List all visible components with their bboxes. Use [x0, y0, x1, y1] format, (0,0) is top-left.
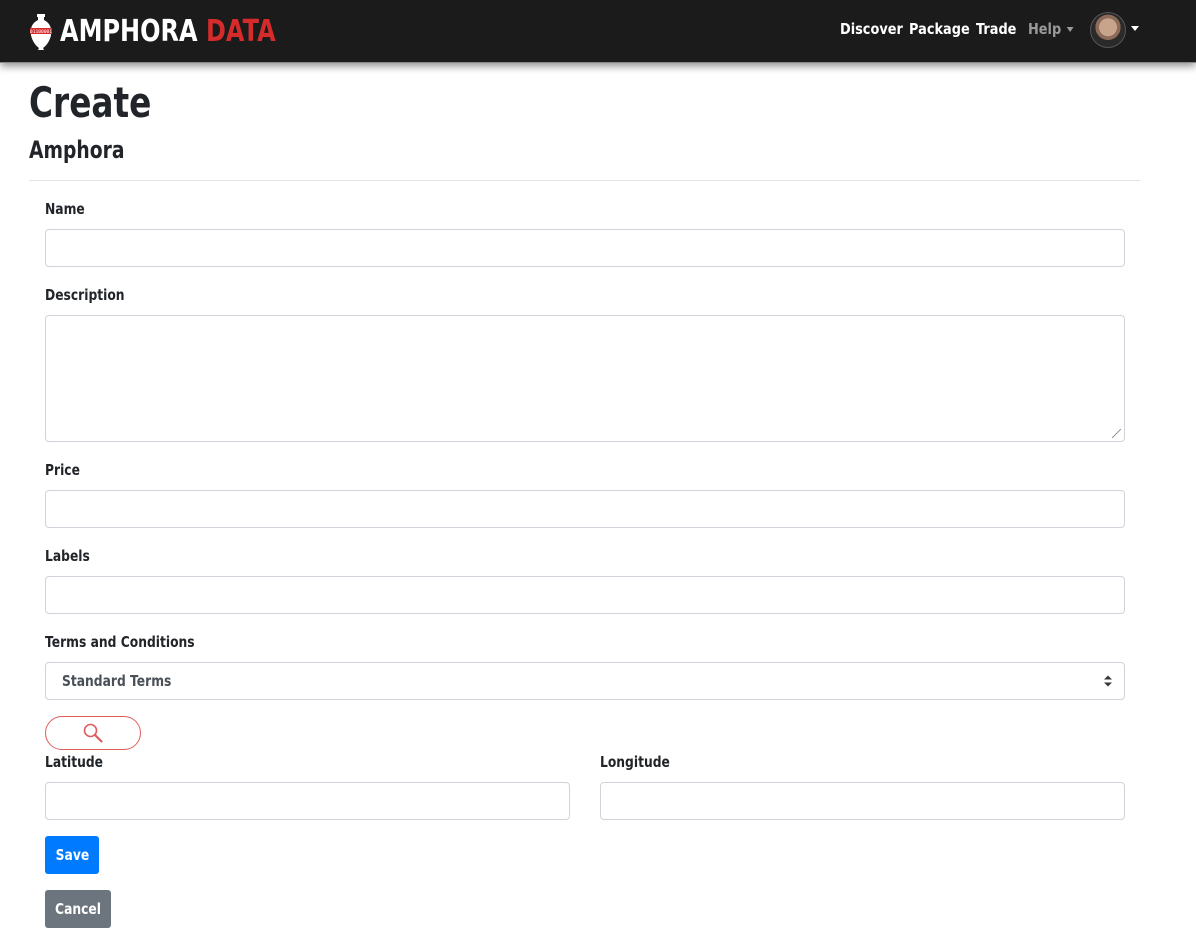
latitude-label: Latitude — [45, 753, 104, 771]
top-navbar: 01100001 AMPHORA DATA Discover Package T… — [0, 0, 1196, 63]
price-input[interactable] — [45, 490, 1125, 528]
cancel-button-label: Cancel — [55, 900, 101, 918]
save-button[interactable]: Save — [45, 836, 99, 874]
name-label: Name — [45, 200, 85, 218]
chevron-down-icon[interactable] — [1131, 26, 1139, 31]
name-input[interactable] — [45, 229, 1125, 267]
description-label: Description — [45, 286, 125, 304]
divider — [29, 180, 1140, 181]
brand-name-part2: DATA — [205, 14, 276, 49]
brand-logo[interactable]: 01100001 AMPHORA DATA — [28, 12, 330, 52]
terms-selected-value: Standard Terms — [62, 672, 172, 690]
labels-label: Labels — [45, 547, 90, 565]
terms-select[interactable]: Standard Terms — [45, 662, 1125, 700]
brand-name: AMPHORA DATA — [60, 12, 276, 52]
terms-label: Terms and Conditions — [45, 633, 195, 651]
location-search-button[interactable] — [45, 716, 141, 750]
cancel-button[interactable]: Cancel — [45, 890, 111, 928]
nav-help-dropdown[interactable]: Help — [1028, 20, 1074, 38]
price-label: Price — [45, 461, 80, 479]
nav-package[interactable]: Package — [909, 20, 970, 38]
page-subtitle: Amphora — [29, 136, 125, 164]
nav-discover[interactable]: Discover — [840, 20, 903, 38]
nav-help-label: Help — [1028, 20, 1062, 38]
latitude-input[interactable] — [45, 782, 570, 820]
search-icon — [83, 723, 103, 743]
user-avatar[interactable] — [1090, 12, 1126, 48]
labels-input[interactable] — [45, 576, 1125, 614]
resize-grip-icon[interactable] — [1112, 429, 1121, 438]
chevron-down-icon — [1066, 27, 1074, 32]
longitude-label: Longitude — [600, 753, 670, 771]
select-arrows-icon — [1104, 675, 1112, 687]
save-button-label: Save — [55, 846, 89, 864]
amphora-logo-icon: 01100001 — [30, 14, 52, 50]
longitude-input[interactable] — [600, 782, 1125, 820]
logo-badge-text: 01100001 — [30, 29, 52, 35]
brand-name-part1: AMPHORA — [60, 14, 198, 49]
description-textarea[interactable] — [45, 315, 1125, 442]
page-title: Create — [29, 78, 152, 127]
nav-trade[interactable]: Trade — [976, 20, 1016, 38]
